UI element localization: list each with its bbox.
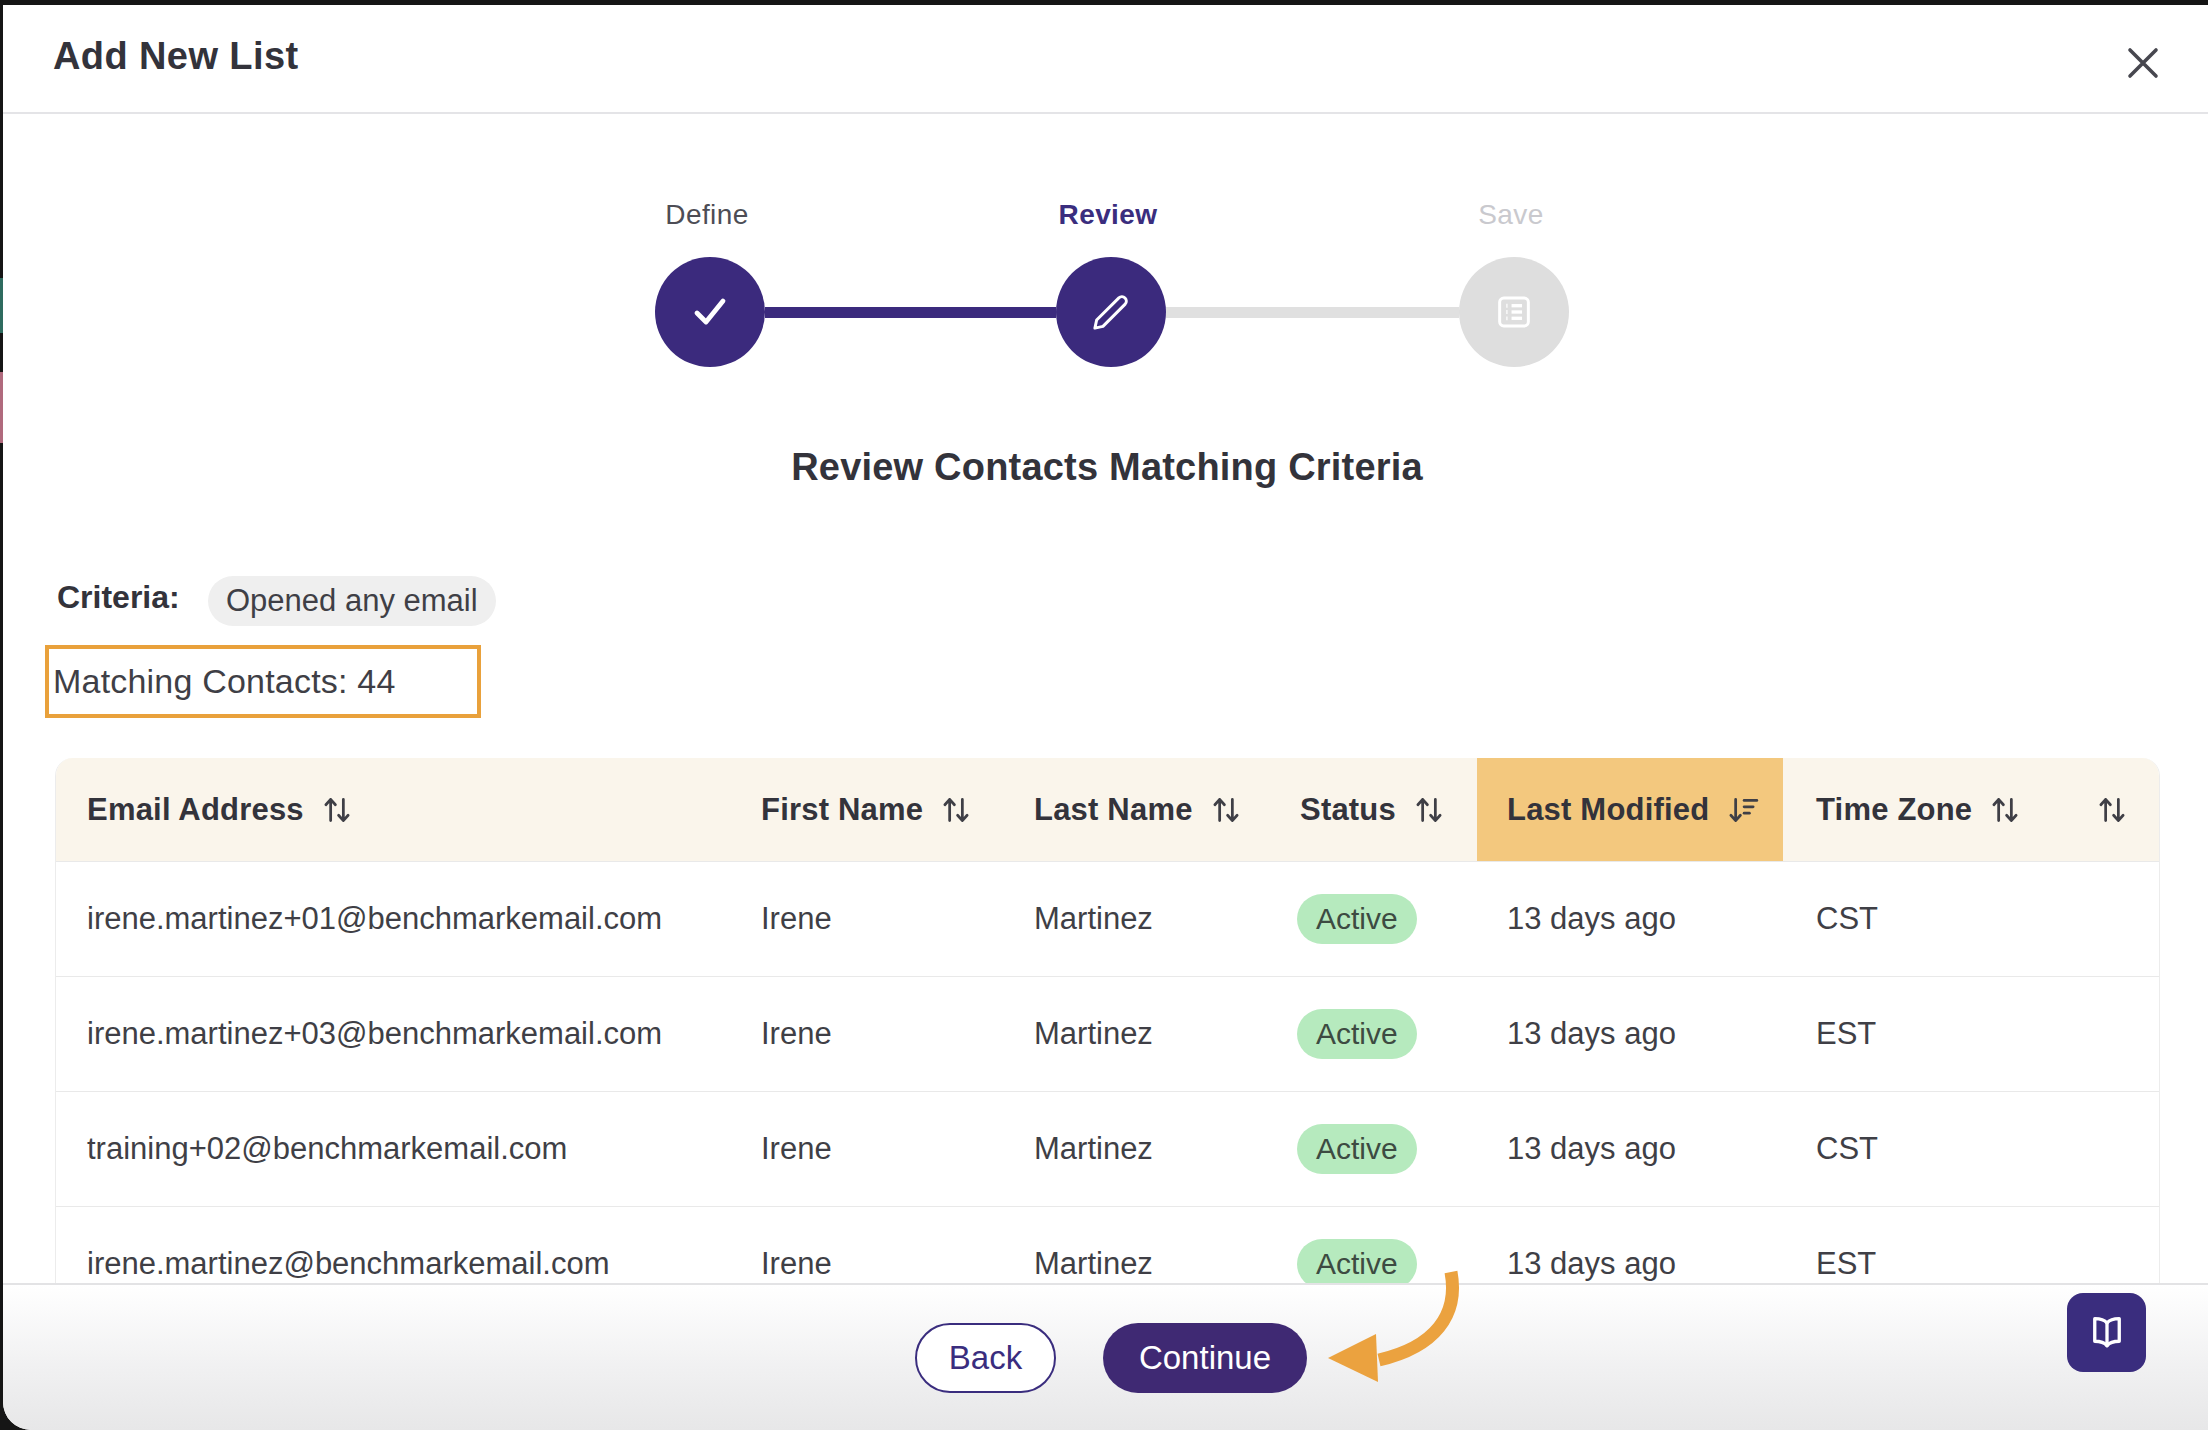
section-title: Review Contacts Matching Criteria	[3, 446, 2208, 489]
column-header-first-name[interactable]: First Name	[744, 758, 1019, 861]
list-form-icon	[1493, 291, 1535, 333]
arrow-annotation	[1315, 1257, 1485, 1407]
column-label: Email Address	[87, 792, 304, 828]
column-header-last-modified[interactable]: Last Modified	[1477, 758, 1783, 861]
table-row[interactable]: irene.martinez+03@benchmarkemail.comIren…	[56, 977, 2159, 1092]
contacts-table: Email Address First Name Last Name Status La…	[55, 758, 2160, 1288]
table-row[interactable]: irene.martinez+01@benchmarkemail.comIren…	[56, 862, 2159, 977]
close-button[interactable]	[2121, 41, 2165, 85]
stepper-connector-complete	[765, 307, 1056, 318]
status-cell: Active	[1289, 894, 1477, 944]
email-cell: irene.martinez+01@benchmarkemail.com	[56, 901, 744, 937]
last-name-cell: Martinez	[1019, 1016, 1289, 1052]
sort-arrows-icon	[319, 792, 355, 828]
first-name-cell: Irene	[744, 1246, 1019, 1282]
sort-arrows-icon	[938, 792, 974, 828]
help-docs-button[interactable]	[2067, 1293, 2146, 1372]
matching-contacts-box: Matching Contacts: 44	[45, 645, 481, 718]
sort-arrows-icon	[1411, 792, 1447, 828]
sort-arrows-icon	[2094, 792, 2130, 828]
time-zone-cell: CST	[1783, 901, 2054, 937]
column-label: Time Zone	[1816, 792, 1972, 828]
step-circle-define[interactable]	[655, 257, 765, 367]
last-modified-cell: 13 days ago	[1477, 901, 1783, 937]
column-header-time-zone[interactable]: Time Zone	[1783, 758, 2054, 861]
table-body: irene.martinez+01@benchmarkemail.comIren…	[56, 862, 2159, 1288]
column-header-sort[interactable]	[2054, 758, 2159, 861]
sort-descending-icon	[1724, 792, 1760, 828]
time-zone-cell: EST	[1783, 1016, 2054, 1052]
close-icon	[2121, 41, 2165, 85]
sort-arrows-icon	[1208, 792, 1244, 828]
sort-arrows-icon	[1987, 792, 2023, 828]
criteria-chip: Opened any email	[208, 576, 496, 626]
matching-contacts-text: Matching Contacts: 44	[53, 662, 396, 701]
last-modified-cell: 13 days ago	[1477, 1016, 1783, 1052]
first-name-cell: Irene	[744, 1016, 1019, 1052]
stepper-connector-upcoming	[1166, 307, 1459, 318]
time-zone-cell: CST	[1783, 1131, 2054, 1167]
status-badge: Active	[1297, 1124, 1417, 1174]
last-name-cell: Martinez	[1019, 1131, 1289, 1167]
check-icon	[689, 295, 731, 329]
column-label: Status	[1300, 792, 1396, 828]
step-circle-save[interactable]	[1459, 257, 1569, 367]
step-label-review: Review	[988, 199, 1228, 231]
modal-header: Add New List	[3, 5, 2208, 114]
back-button[interactable]: Back	[915, 1323, 1056, 1393]
first-name-cell: Irene	[744, 1131, 1019, 1167]
continue-button[interactable]: Continue	[1103, 1323, 1307, 1393]
last-name-cell: Martinez	[1019, 901, 1289, 937]
criteria-label: Criteria:	[57, 579, 180, 616]
column-header-status[interactable]: Status	[1289, 758, 1477, 861]
status-badge: Active	[1297, 1009, 1417, 1059]
column-label: First Name	[761, 792, 923, 828]
column-header-last-name[interactable]: Last Name	[1019, 758, 1289, 861]
column-label: Last Name	[1034, 792, 1193, 828]
step-circle-review[interactable]	[1056, 257, 1166, 367]
last-modified-cell: 13 days ago	[1477, 1246, 1783, 1282]
pencil-icon	[1090, 291, 1132, 333]
last-name-cell: Martinez	[1019, 1246, 1289, 1282]
table-row[interactable]: training+02@benchmarkemail.comIreneMarti…	[56, 1092, 2159, 1207]
step-label-save: Save	[1391, 199, 1631, 231]
email-cell: training+02@benchmarkemail.com	[56, 1131, 744, 1167]
last-modified-cell: 13 days ago	[1477, 1131, 1783, 1167]
column-label: Last Modified	[1507, 792, 1709, 828]
modal-title: Add New List	[53, 35, 298, 78]
time-zone-cell: EST	[1783, 1246, 2054, 1282]
open-book-icon	[2086, 1312, 2128, 1354]
status-badge: Active	[1297, 894, 1417, 944]
first-name-cell: Irene	[744, 901, 1019, 937]
email-cell: irene.martinez+03@benchmarkemail.com	[56, 1016, 744, 1052]
table-header-row: Email Address First Name Last Name Status La…	[56, 758, 2159, 862]
status-cell: Active	[1289, 1009, 1477, 1059]
add-new-list-modal: Add New List Define Review Save Review C…	[3, 5, 2208, 1430]
table-row[interactable]: irene.martinez@benchmarkemail.comIreneMa…	[56, 1207, 2159, 1288]
column-header-email-address[interactable]: Email Address	[56, 758, 744, 861]
status-cell: Active	[1289, 1124, 1477, 1174]
email-cell: irene.martinez@benchmarkemail.com	[56, 1246, 744, 1282]
step-label-define: Define	[587, 199, 827, 231]
